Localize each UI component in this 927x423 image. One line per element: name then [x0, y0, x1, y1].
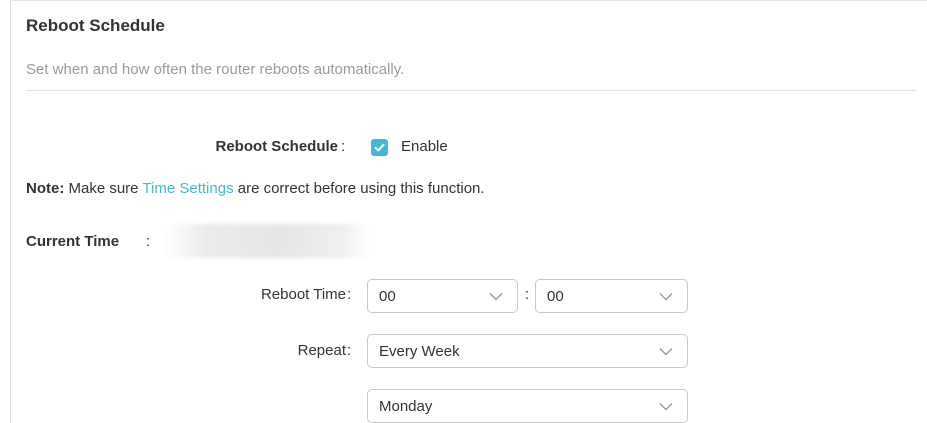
repeat-day-select[interactable]: Monday [367, 389, 688, 423]
section-title: Reboot Schedule [26, 16, 165, 35]
reboot-schedule-label: Reboot Schedule [215, 138, 338, 155]
section-divider [26, 90, 917, 91]
repeat-frequency-select[interactable]: Every Week [367, 334, 688, 368]
chevron-down-icon [659, 348, 673, 356]
enable-label[interactable]: Enable [401, 138, 448, 155]
chevron-down-icon [489, 293, 503, 301]
repeat-frequency-value: Every Week [379, 343, 460, 360]
reboot-hour-select[interactable]: 00 [367, 279, 518, 313]
reboot-minute-select[interactable]: 00 [535, 279, 688, 313]
note-text-after-link: are correct before using this function. [233, 180, 485, 197]
enable-checkbox[interactable] [371, 139, 388, 156]
chevron-down-icon [659, 293, 673, 301]
note-text-before-link: Make sure [64, 180, 143, 197]
time-separator: : [525, 286, 530, 303]
repeat-label: Repeat [297, 342, 346, 359]
current-time-colon: : [146, 233, 151, 250]
reboot-hour-value: 00 [379, 288, 396, 305]
top-border [10, 0, 927, 1]
reboot-time-label: Reboot Time [260, 286, 346, 303]
current-time-value-blurred [162, 224, 374, 258]
note-prefix: Note: [26, 180, 65, 197]
note-text: Note: Make sure Time Settings are correc… [26, 180, 485, 197]
reboot-schedule-colon: : [341, 138, 346, 155]
repeat-colon: : [347, 342, 352, 359]
left-border [10, 0, 11, 423]
reboot-schedule-page: Reboot Schedule Set when and how often t… [0, 0, 927, 423]
check-icon [374, 143, 385, 152]
time-settings-link[interactable]: Time Settings [142, 180, 233, 197]
repeat-day-value: Monday [379, 398, 433, 415]
current-time-label: Current Time [26, 233, 120, 250]
reboot-time-colon: : [347, 286, 352, 303]
section-description: Set when and how often the router reboot… [26, 61, 405, 78]
chevron-down-icon [659, 403, 673, 411]
reboot-minute-value: 00 [547, 288, 564, 305]
